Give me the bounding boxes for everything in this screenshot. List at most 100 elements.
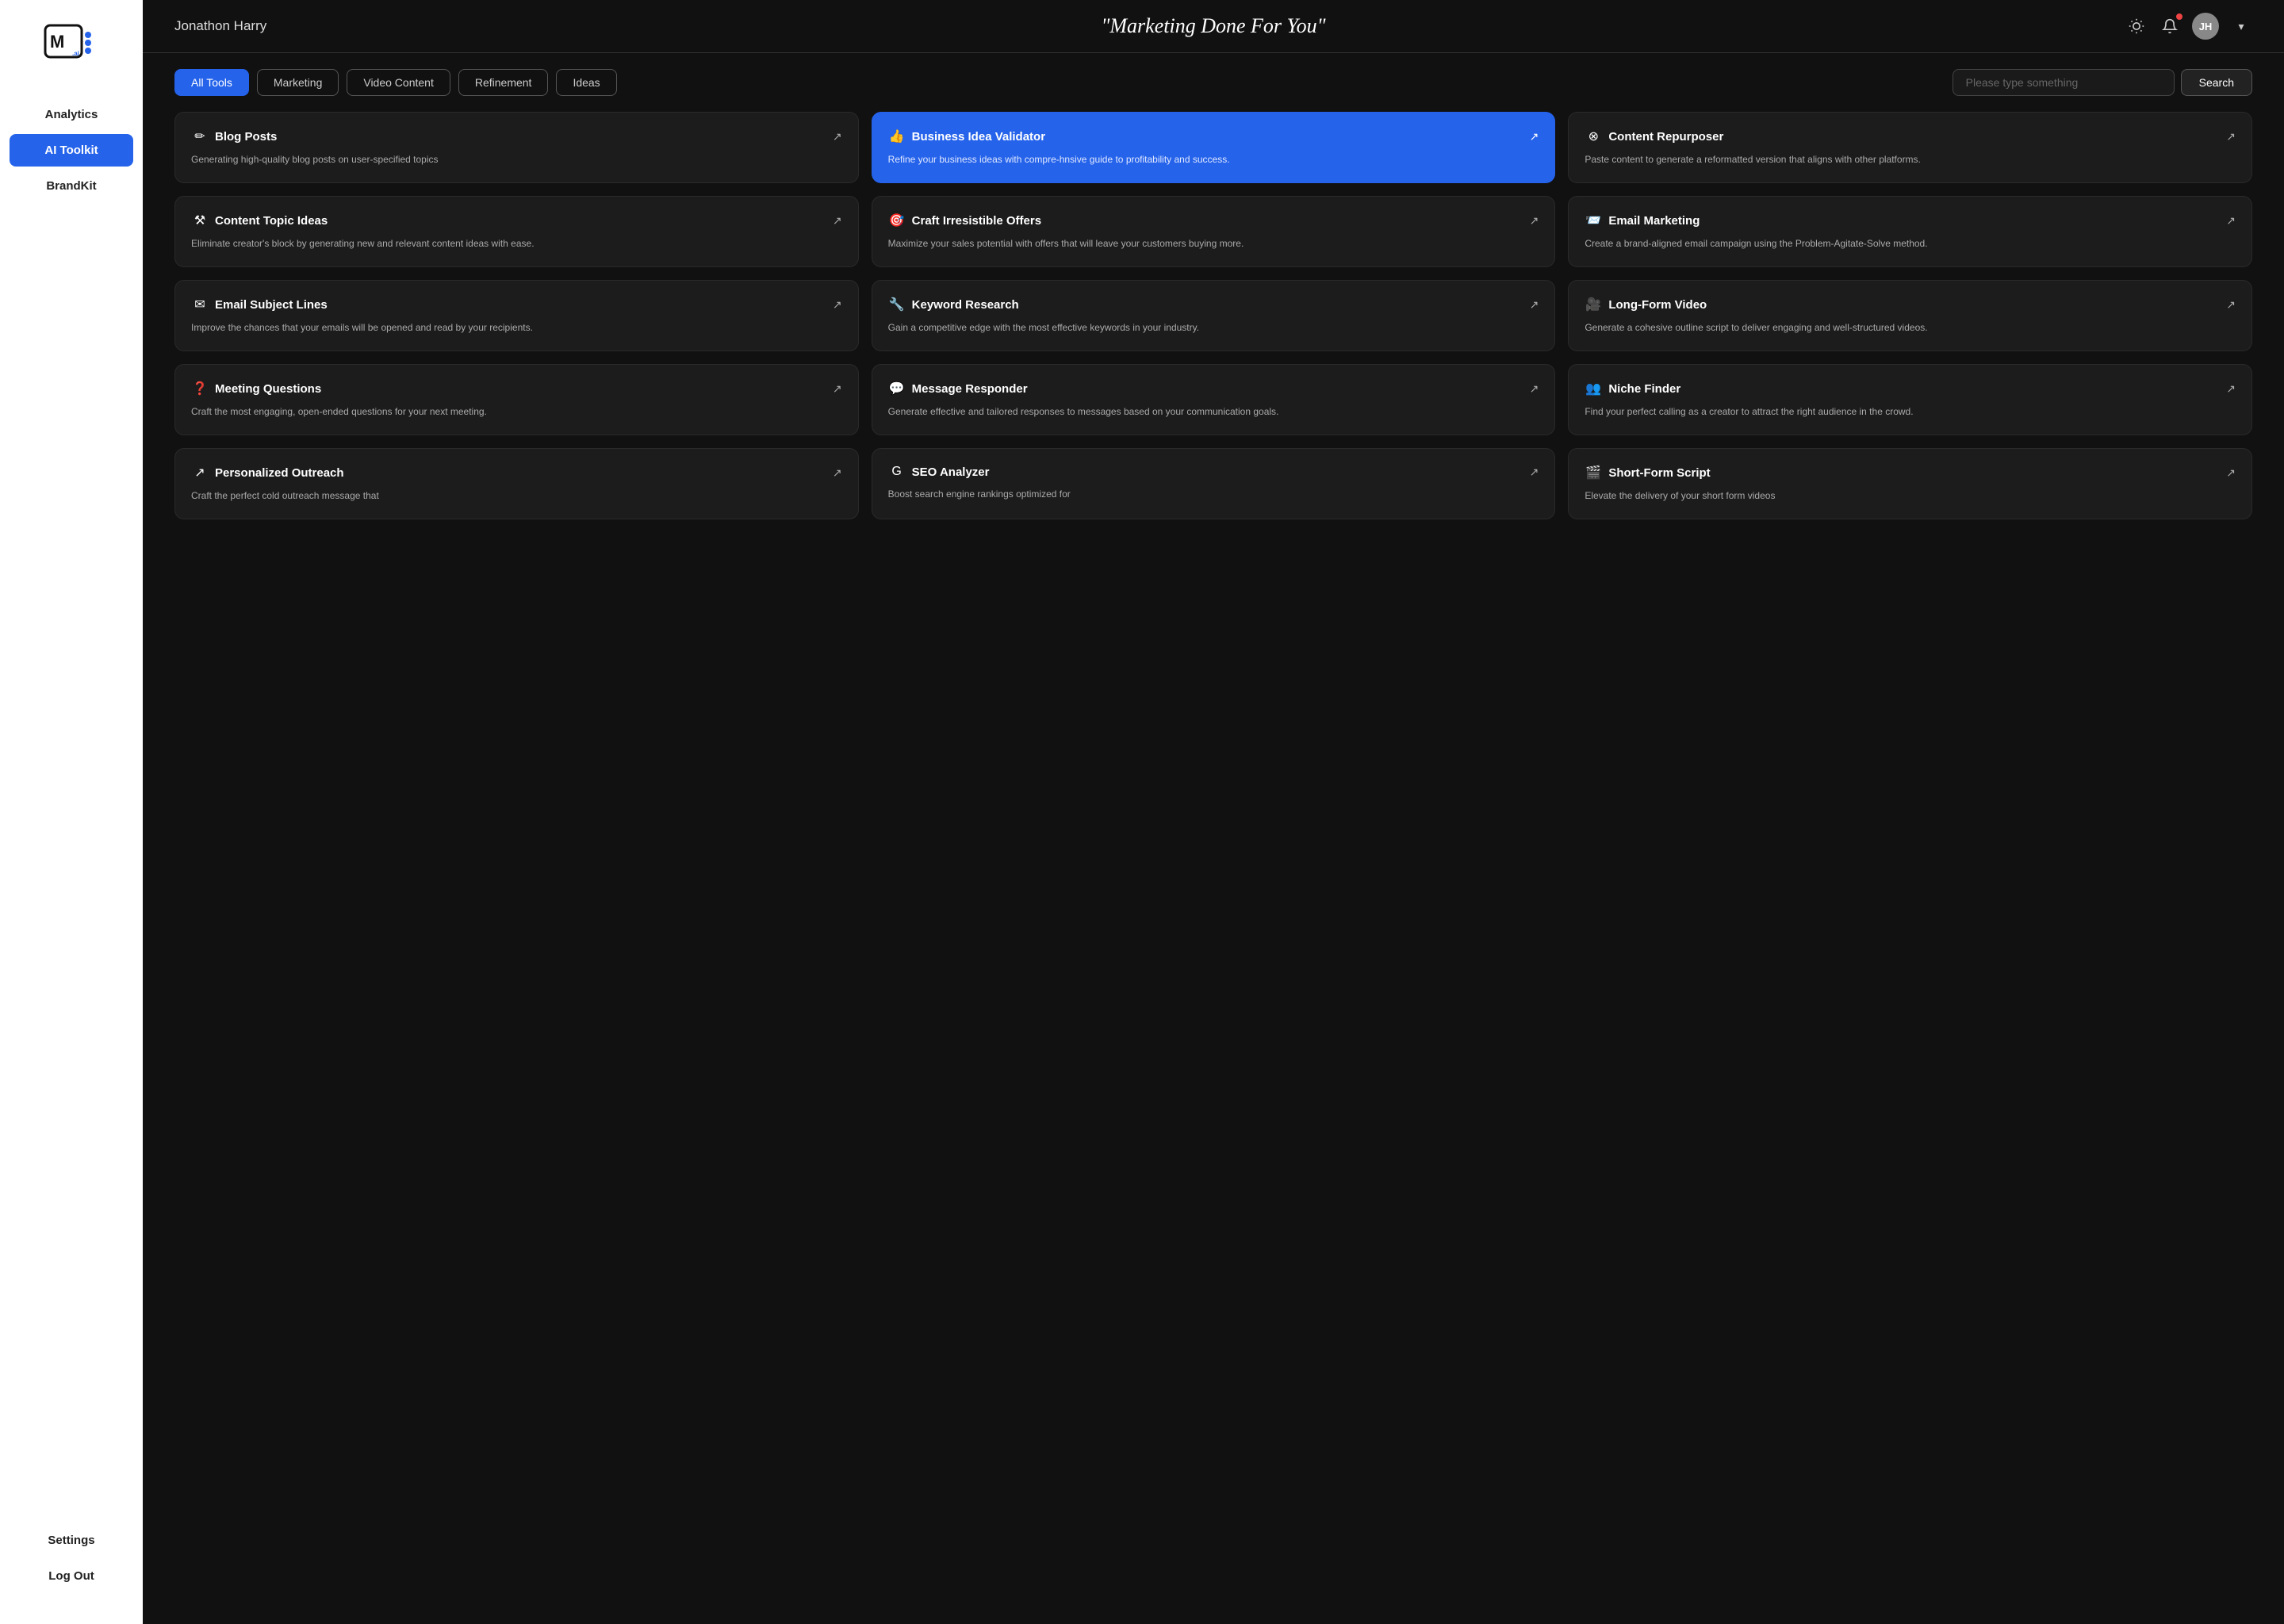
header-tagline: "Marketing Done For You" (301, 14, 2125, 38)
tool-title-business-idea-validator: Business Idea Validator (912, 130, 1045, 144)
tool-card-header: ⊗ Content Repurposer ↗ (1585, 128, 2236, 144)
tool-card-business-idea-validator[interactable]: 👍 Business Idea Validator ↗ Refine your … (872, 112, 1556, 183)
tool-title-group: 👍 Business Idea Validator (888, 128, 1045, 144)
tool-card-meeting-questions[interactable]: ❓ Meeting Questions ↗ Craft the most eng… (174, 364, 859, 435)
tool-icon-seo-analyzer: G (888, 465, 906, 479)
tool-arrow-seo-analyzer: ↗ (1530, 465, 1539, 479)
tool-card-header: 📨 Email Marketing ↗ (1585, 213, 2236, 228)
tool-card-blog-posts[interactable]: ✏ Blog Posts ↗ Generating high-quality b… (174, 112, 859, 183)
tool-title-content-repurposer: Content Repurposer (1608, 130, 1723, 144)
tool-card-header: 🎥 Long-Form Video ↗ (1585, 297, 2236, 312)
header-username: Jonathon Harry (174, 18, 301, 34)
tool-card-content-topic-ideas[interactable]: ⚒ Content Topic Ideas ↗ Eliminate creato… (174, 196, 859, 267)
tool-title-group: 👥 Niche Finder (1585, 381, 1680, 396)
tool-card-header: ⚒ Content Topic Ideas ↗ (191, 213, 842, 228)
sidebar: M .ai Analytics AI Toolkit BrandKit Sett… (0, 0, 143, 1624)
filter-refinement[interactable]: Refinement (458, 69, 549, 96)
tool-arrow-blog-posts: ↗ (833, 130, 842, 144)
tool-icon-business-idea-validator: 👍 (888, 128, 906, 144)
tool-card-email-subject-lines[interactable]: ✉ Email Subject Lines ↗ Improve the chan… (174, 280, 859, 351)
tool-card-keyword-research[interactable]: 🔧 Keyword Research ↗ Gain a competitive … (872, 280, 1556, 351)
tool-card-message-responder[interactable]: 💬 Message Responder ↗ Generate effective… (872, 364, 1556, 435)
logo-area: M .ai (36, 16, 107, 67)
logo-icon: M .ai (44, 24, 99, 59)
tool-card-header: 👍 Business Idea Validator ↗ (888, 128, 1539, 144)
chevron-down-icon[interactable]: ▾ (2230, 15, 2252, 37)
tool-title-short-form-script: Short-Form Script (1608, 466, 1710, 480)
tool-title-keyword-research: Keyword Research (912, 298, 1019, 312)
tool-desc-email-marketing: Create a brand-aligned email campaign us… (1585, 236, 2236, 251)
tool-title-long-form-video: Long-Form Video (1608, 298, 1707, 312)
main-content: Jonathon Harry "Marketing Done For You" (143, 0, 2284, 1624)
tool-card-email-marketing[interactable]: 📨 Email Marketing ↗ Create a brand-align… (1568, 196, 2252, 267)
tool-card-header: ✉ Email Subject Lines ↗ (191, 297, 842, 312)
tool-title-message-responder: Message Responder (912, 382, 1028, 396)
filter-marketing[interactable]: Marketing (257, 69, 339, 96)
filter-video-content[interactable]: Video Content (347, 69, 450, 96)
tool-card-short-form-script[interactable]: 🎬 Short-Form Script ↗ Elevate the delive… (1568, 448, 2252, 519)
tool-arrow-content-repurposer: ↗ (2226, 130, 2236, 144)
header-actions: JH ▾ (2125, 13, 2252, 40)
tool-desc-content-repurposer: Paste content to generate a reformatted … (1585, 152, 2236, 167)
tool-desc-message-responder: Generate effective and tailored response… (888, 404, 1539, 419)
filter-all-tools[interactable]: All Tools (174, 69, 249, 96)
tool-desc-keyword-research: Gain a competitive edge with the most ef… (888, 320, 1539, 335)
tool-icon-email-marketing: 📨 (1585, 213, 1602, 228)
sidebar-item-analytics[interactable]: Analytics (10, 98, 133, 131)
tool-card-seo-analyzer[interactable]: G SEO Analyzer ↗ Boost search engine ran… (872, 448, 1556, 519)
tool-arrow-message-responder: ↗ (1530, 382, 1539, 396)
tool-title-email-marketing: Email Marketing (1608, 214, 1700, 228)
tool-title-content-topic-ideas: Content Topic Ideas (215, 214, 328, 228)
tool-title-group: 🎥 Long-Form Video (1585, 297, 1707, 312)
search-input[interactable] (1953, 69, 2175, 96)
tool-card-header: G SEO Analyzer ↗ (888, 465, 1539, 479)
tool-card-content-repurposer[interactable]: ⊗ Content Repurposer ↗ Paste content to … (1568, 112, 2252, 183)
sidebar-item-ai-toolkit[interactable]: AI Toolkit (10, 134, 133, 167)
tool-desc-meeting-questions: Craft the most engaging, open-ended ques… (191, 404, 842, 419)
tool-icon-meeting-questions: ❓ (191, 381, 209, 396)
tool-icon-content-topic-ideas: ⚒ (191, 213, 209, 228)
filter-ideas[interactable]: Ideas (556, 69, 616, 96)
avatar[interactable]: JH (2192, 13, 2219, 40)
tool-arrow-craft-irresistible-offers: ↗ (1530, 214, 1539, 228)
sidebar-bottom: Settings Log Out (0, 1524, 143, 1592)
tool-title-group: 🔧 Keyword Research (888, 297, 1019, 312)
tool-icon-long-form-video: 🎥 (1585, 297, 1602, 312)
tool-arrow-long-form-video: ↗ (2226, 298, 2236, 312)
tool-arrow-short-form-script: ↗ (2226, 466, 2236, 480)
sidebar-item-logout[interactable]: Log Out (10, 1560, 133, 1592)
tool-arrow-keyword-research: ↗ (1530, 298, 1539, 312)
tool-arrow-business-idea-validator: ↗ (1530, 130, 1539, 144)
tool-card-long-form-video[interactable]: 🎥 Long-Form Video ↗ Generate a cohesive … (1568, 280, 2252, 351)
tool-desc-content-topic-ideas: Eliminate creator's block by generating … (191, 236, 842, 251)
tool-card-personalized-outreach[interactable]: ↗ Personalized Outreach ↗ Craft the perf… (174, 448, 859, 519)
tool-card-craft-irresistible-offers[interactable]: 🎯 Craft Irresistible Offers ↗ Maximize y… (872, 196, 1556, 267)
tool-arrow-meeting-questions: ↗ (833, 382, 842, 396)
tool-card-header: ❓ Meeting Questions ↗ (191, 381, 842, 396)
tool-card-niche-finder[interactable]: 👥 Niche Finder ↗ Find your perfect calli… (1568, 364, 2252, 435)
tool-title-group: ✏ Blog Posts (191, 128, 277, 144)
search-area: Search (1953, 69, 2252, 96)
notifications-icon[interactable] (2159, 15, 2181, 37)
tools-container: ✏ Blog Posts ↗ Generating high-quality b… (143, 112, 2284, 1624)
tool-title-personalized-outreach: Personalized Outreach (215, 466, 344, 480)
tool-icon-content-repurposer: ⊗ (1585, 128, 1602, 144)
tool-icon-short-form-script: 🎬 (1585, 465, 1602, 481)
sidebar-item-brandkit[interactable]: BrandKit (10, 170, 133, 202)
tool-icon-niche-finder: 👥 (1585, 381, 1602, 396)
tool-title-group: 💬 Message Responder (888, 381, 1028, 396)
tool-title-blog-posts: Blog Posts (215, 130, 277, 144)
tool-icon-personalized-outreach: ↗ (191, 465, 209, 481)
tool-desc-short-form-script: Elevate the delivery of your short form … (1585, 488, 2236, 503)
tool-title-group: ❓ Meeting Questions (191, 381, 321, 396)
tool-desc-personalized-outreach: Craft the perfect cold outreach message … (191, 488, 842, 503)
tool-card-header: 🔧 Keyword Research ↗ (888, 297, 1539, 312)
sun-icon[interactable] (2125, 15, 2148, 37)
search-button[interactable]: Search (2181, 69, 2252, 96)
sidebar-item-settings[interactable]: Settings (10, 1524, 133, 1557)
tool-icon-keyword-research: 🔧 (888, 297, 906, 312)
header: Jonathon Harry "Marketing Done For You" (143, 0, 2284, 53)
tool-title-group: ⊗ Content Repurposer (1585, 128, 1723, 144)
tool-title-craft-irresistible-offers: Craft Irresistible Offers (912, 214, 1041, 228)
tool-title-group: ✉ Email Subject Lines (191, 297, 328, 312)
